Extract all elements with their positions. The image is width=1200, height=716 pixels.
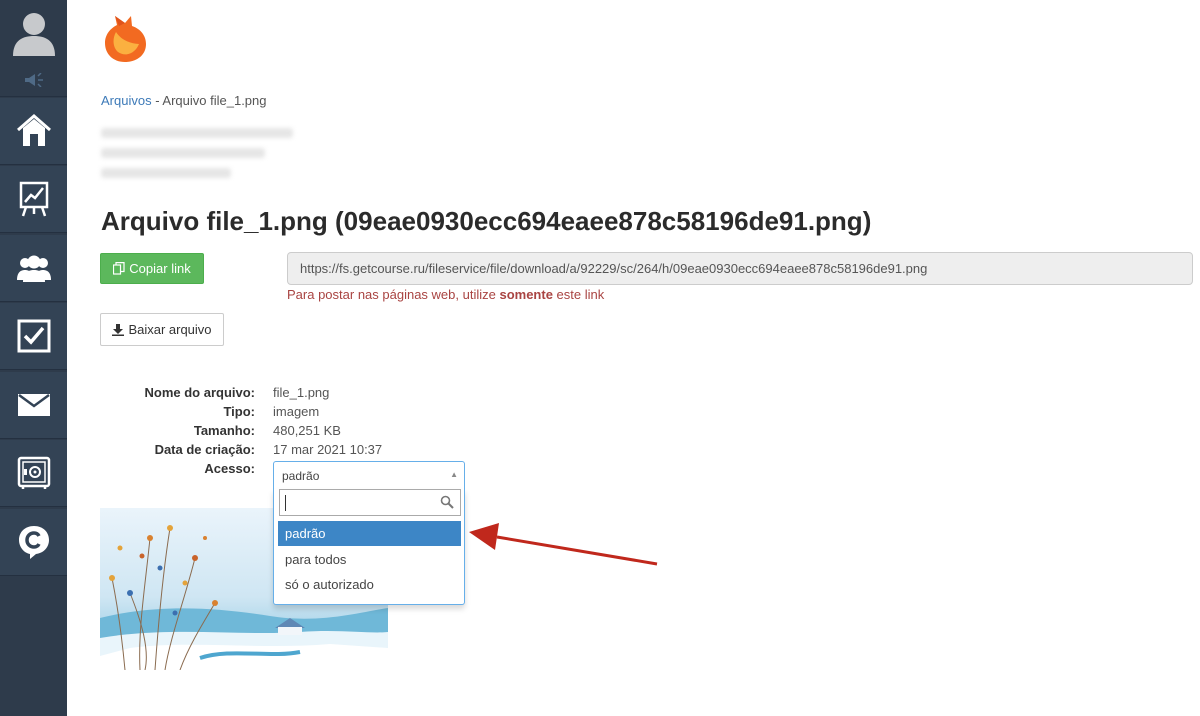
property-row: Tipo: imagem <box>101 404 382 423</box>
brand-logo-icon[interactable] <box>101 14 149 64</box>
property-value: 17 mar 2021 10:37 <box>273 442 383 457</box>
breadcrumb-separator: - <box>151 93 163 108</box>
access-option-authorized[interactable]: só o autorizado <box>278 572 461 597</box>
property-key: Tipo: <box>223 404 255 419</box>
property-row: Tamanho: 480,251 KB <box>101 423 382 442</box>
sidebar-item-users[interactable] <box>0 235 67 302</box>
avatar[interactable] <box>0 0 67 63</box>
property-key: Tamanho: <box>193 423 255 438</box>
file-url-field[interactable]: https://fs.getcourse.ru/fileservice/file… <box>287 252 1193 285</box>
chart-board-icon <box>19 181 48 217</box>
download-button[interactable]: Baixar arquivo <box>100 313 224 346</box>
safe-icon <box>17 456 50 489</box>
breadcrumb-current: Arquivo file_1.png <box>162 93 267 108</box>
blurred-info <box>101 128 293 188</box>
blurred-line <box>101 128 293 138</box>
page-title: Arquivo file_1.png (09eae0930ecc694eaee8… <box>101 206 872 236</box>
speaker-icon <box>24 72 43 87</box>
sidebar-item-safe[interactable] <box>0 440 67 507</box>
sidebar-item-home[interactable] <box>0 98 67 165</box>
url-note-prefix: Para postar nas páginas web, utilize <box>287 287 500 302</box>
blurred-line <box>101 148 265 158</box>
access-select[interactable]: padrão ▲ <box>273 461 465 490</box>
property-value: file_1.png <box>273 385 330 400</box>
user-avatar-icon <box>12 12 55 56</box>
breadcrumb-link-files[interactable]: Arquivos <box>101 93 152 108</box>
sidebar-item-chat[interactable] <box>0 509 67 576</box>
users-icon <box>16 255 51 282</box>
property-value: imagem <box>273 404 320 419</box>
property-value: 480,251 KB <box>273 423 341 438</box>
property-row: Data de criação: 17 mar 2021 10:37 <box>101 442 383 461</box>
sidebar <box>0 0 67 716</box>
mail-icon <box>17 394 50 416</box>
sidebar-item-reports[interactable] <box>0 166 67 233</box>
chat-icon <box>18 526 49 559</box>
access-dropdown: padrão para todos só o autorizado <box>273 489 465 605</box>
checkbox-icon <box>17 319 50 353</box>
download-icon <box>112 323 125 336</box>
dropdown-search-input[interactable] <box>279 489 461 516</box>
sound-toggle[interactable] <box>0 63 67 97</box>
sidebar-item-tasks[interactable] <box>0 303 67 370</box>
download-label: Baixar arquivo <box>128 322 212 337</box>
search-icon <box>440 495 454 509</box>
access-option-everyone[interactable]: para todos <box>278 547 461 572</box>
blurred-line <box>101 168 231 178</box>
copy-icon <box>113 262 125 275</box>
property-row: Nome do arquivo: file_1.png <box>101 385 382 404</box>
access-select-value: padrão <box>282 469 320 483</box>
copy-link-button[interactable]: Copiar link <box>100 253 204 284</box>
url-note: Para postar nas páginas web, utilize som… <box>287 287 604 302</box>
caret-up-icon: ▲ <box>450 470 458 479</box>
url-note-suffix: este link <box>552 287 605 302</box>
copy-link-label: Copiar link <box>129 261 191 276</box>
property-key: Data de criação: <box>154 442 255 457</box>
text-cursor <box>285 495 286 511</box>
sidebar-item-messages[interactable] <box>0 372 67 439</box>
breadcrumb: Arquivos - Arquivo file_1.png <box>101 93 267 108</box>
url-note-bold: somente <box>499 287 553 302</box>
property-key: Acesso: <box>204 461 255 476</box>
home-icon <box>16 114 51 146</box>
access-option-default[interactable]: padrão <box>278 521 461 546</box>
property-key: Nome do arquivo: <box>144 385 255 400</box>
main-content: Arquivos - Arquivo file_1.png Arquivo fi… <box>67 0 1200 716</box>
